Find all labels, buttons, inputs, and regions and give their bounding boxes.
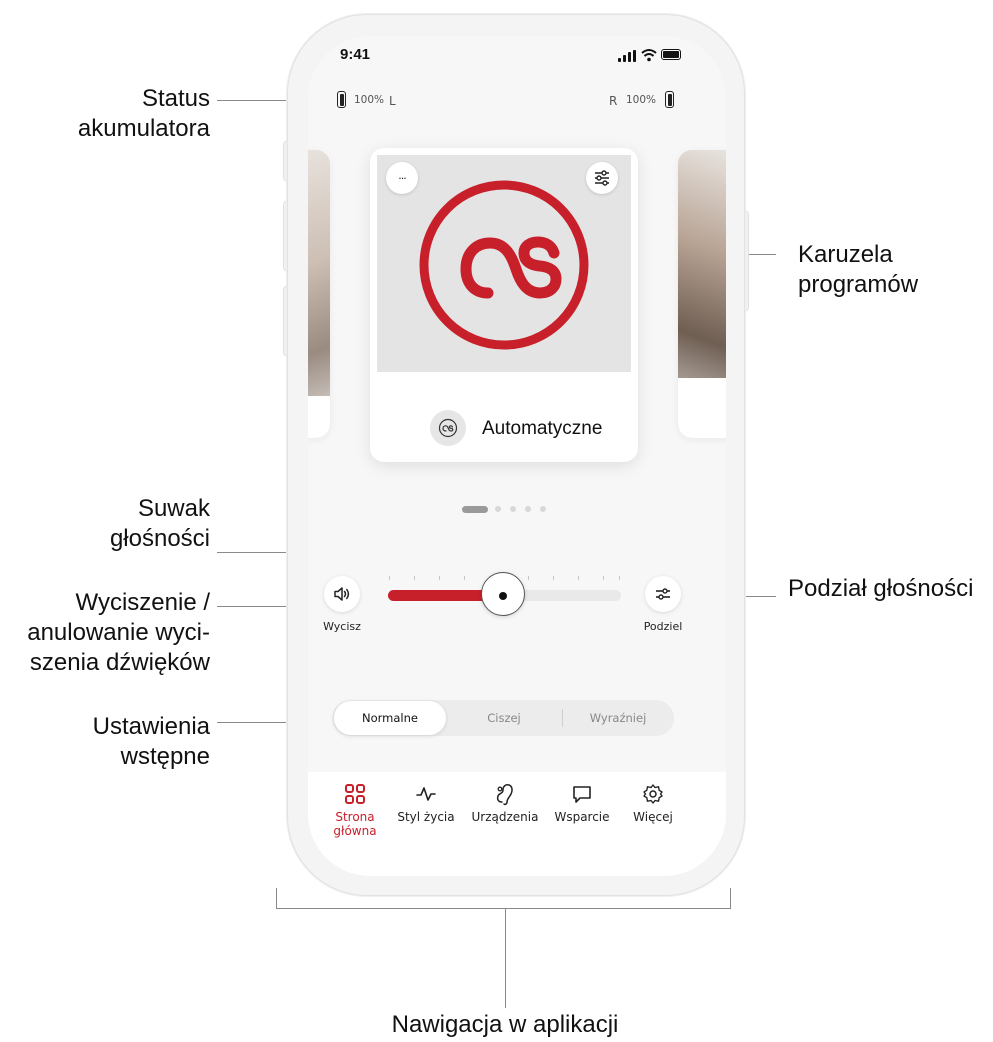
program-name: Automatyczne bbox=[482, 418, 603, 439]
carousel-page-indicator[interactable] bbox=[525, 506, 531, 512]
mute-label: Wycisz bbox=[323, 620, 361, 633]
status-time: 9:41 bbox=[340, 46, 371, 63]
carousel-card-next[interactable] bbox=[678, 150, 726, 438]
more-options-button[interactable]: ··· bbox=[386, 162, 418, 194]
carousel-page-indicator-active[interactable] bbox=[462, 506, 488, 513]
bottom-navigation: Strona główna Styl życia Urządzenia Wspa… bbox=[308, 772, 726, 876]
wifi-icon bbox=[641, 49, 657, 62]
left-battery-icon bbox=[337, 91, 346, 108]
carousel-page-indicator[interactable] bbox=[540, 506, 546, 512]
annotation-line bbox=[730, 888, 731, 908]
nav-item-devices[interactable]: Urządzenia bbox=[466, 772, 544, 824]
preset-option-quieter[interactable]: Ciszej bbox=[448, 700, 560, 736]
nav-item-support[interactable]: Wsparcie bbox=[544, 772, 620, 824]
volume-thumb[interactable] bbox=[481, 572, 525, 616]
program-settings-button[interactable] bbox=[586, 162, 618, 194]
carousel-page-indicator[interactable] bbox=[510, 506, 516, 512]
activity-icon bbox=[416, 787, 436, 801]
left-battery-percent: 100% bbox=[354, 94, 385, 106]
program-card[interactable]: ··· Automatyczne bbox=[370, 148, 638, 462]
nav-item-lifestyle[interactable]: Styl życia bbox=[390, 772, 462, 824]
nav-label: Urządzenia bbox=[471, 810, 539, 824]
annotation-app-navigation: Nawigacja w aplikacji bbox=[391, 1011, 619, 1038]
split-sliders-icon bbox=[656, 588, 670, 600]
carousel-page-indicator[interactable] bbox=[495, 506, 501, 512]
annotation-presets: Ustawienia wstępne bbox=[92, 713, 210, 770]
cellular-signal-icon bbox=[618, 50, 638, 62]
annotation-line bbox=[276, 908, 731, 909]
chat-bubble-icon bbox=[573, 786, 591, 803]
phone-battery-icon bbox=[661, 49, 681, 60]
volume-slider[interactable] bbox=[388, 568, 621, 616]
mute-button[interactable] bbox=[324, 576, 360, 612]
hearing-aid-icon bbox=[496, 784, 513, 806]
nav-label: Wsparcie bbox=[554, 810, 610, 824]
gear-icon bbox=[643, 784, 663, 804]
right-side-label: R bbox=[609, 94, 618, 108]
nav-label: Styl życia bbox=[397, 810, 455, 824]
right-battery-percent: 100% bbox=[626, 94, 657, 106]
annotation-battery-status: Status akumulatora bbox=[77, 85, 210, 142]
speaker-icon bbox=[334, 587, 350, 601]
program-badge bbox=[430, 410, 466, 446]
nav-item-more[interactable]: Więcej bbox=[620, 772, 686, 824]
more-options-icon: ··· bbox=[398, 171, 406, 185]
nav-label: główna bbox=[333, 824, 377, 838]
sliders-icon bbox=[595, 170, 609, 186]
preset-option-normal[interactable]: Normalne bbox=[334, 701, 446, 735]
left-side-label: L bbox=[389, 94, 396, 108]
split-volume-label: Podziel bbox=[643, 620, 683, 633]
annotation-mute: Wyciszenie / anulowanie wyci- szenia dźw… bbox=[27, 589, 210, 676]
program-logo-icon bbox=[419, 180, 589, 350]
phone-screen: 9:41 100% L R 100% ··· Automatyczne Wyci… bbox=[308, 36, 726, 876]
grid-icon bbox=[345, 784, 365, 804]
presets-control: Normalne Ciszej Wyraźniej bbox=[332, 700, 674, 736]
split-volume-button[interactable] bbox=[645, 576, 681, 612]
carousel-card-previous[interactable] bbox=[308, 150, 330, 438]
nav-label: Strona bbox=[335, 810, 375, 824]
annotation-volume-split: Podział głośności bbox=[788, 575, 974, 602]
annotation-program-carousel: Karuzela programów bbox=[798, 241, 919, 298]
annotation-volume-slider: Suwak głośności bbox=[109, 495, 210, 552]
nav-label: Więcej bbox=[633, 810, 673, 824]
preset-option-clearer[interactable]: Wyraźniej bbox=[562, 700, 674, 736]
nav-item-home[interactable]: Strona główna bbox=[320, 772, 390, 838]
annotation-line bbox=[505, 908, 506, 1008]
annotation-line bbox=[276, 888, 277, 908]
program-logo-small-icon bbox=[438, 418, 458, 438]
right-battery-icon bbox=[665, 91, 674, 108]
